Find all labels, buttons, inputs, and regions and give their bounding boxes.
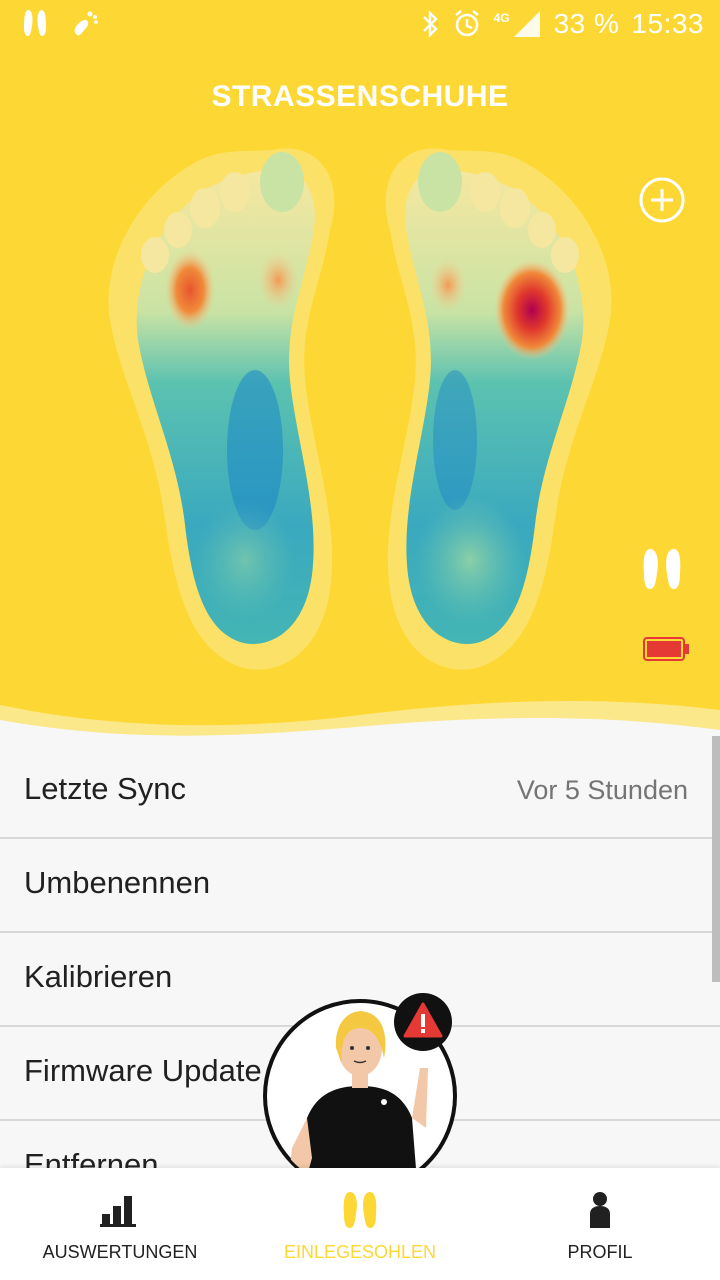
bar-chart-icon	[100, 1196, 136, 1227]
list-item-value: Vor 5 Stunden	[516, 775, 688, 805]
battery-low-icon	[643, 637, 689, 661]
nav-item-auswertungen[interactable]: AUSWERTUNGEN	[0, 1168, 240, 1280]
battery-percent: 33 %	[553, 8, 620, 39]
pressure-heatmap	[108, 148, 612, 670]
list-item-label: Firmware Update	[24, 1053, 262, 1088]
alarm-icon	[454, 9, 479, 37]
network-type: 4G	[493, 11, 510, 25]
person-icon	[590, 1192, 610, 1228]
status-bar: 4G 33 % 15:33	[0, 0, 720, 52]
wave-divider	[0, 700, 720, 740]
right-foot	[385, 148, 612, 670]
signal-icon	[513, 11, 540, 37]
header-panel: STRASSENSCHUHE	[0, 0, 720, 740]
scrollbar[interactable]	[712, 736, 720, 982]
clock: 15:33	[631, 8, 704, 39]
list-item-last-sync: Letzte Sync Vor 5 Stunden	[0, 745, 720, 839]
nav-item-profil[interactable]: PROFIL	[480, 1168, 720, 1280]
nav-label: AUSWERTUNGEN	[42, 1242, 198, 1262]
left-foot	[108, 148, 335, 670]
feet-icon	[24, 10, 46, 36]
walking-foot-icon	[74, 11, 98, 36]
bottom-navigation: AUSWERTUNGEN EINLEGESOHLEN PROFIL	[0, 1168, 720, 1280]
list-item-rename[interactable]: Umbenennen	[0, 839, 720, 933]
feet-icon[interactable]	[638, 545, 686, 595]
bluetooth-icon	[422, 10, 438, 38]
warning-icon[interactable]	[393, 992, 453, 1052]
list-item-label: Letzte Sync	[24, 771, 186, 806]
page-title: STRASSENSCHUHE	[211, 80, 509, 113]
list-item-label: Kalibrieren	[24, 959, 173, 994]
nav-item-einlegesohlen[interactable]: EINLEGESOHLEN	[240, 1168, 480, 1280]
add-icon[interactable]	[638, 176, 686, 224]
nav-label: PROFIL	[567, 1242, 633, 1262]
insoles-icon	[343, 1192, 377, 1228]
nav-label: EINLEGESOHLEN	[283, 1242, 437, 1262]
list-item-label: Umbenennen	[24, 865, 211, 900]
